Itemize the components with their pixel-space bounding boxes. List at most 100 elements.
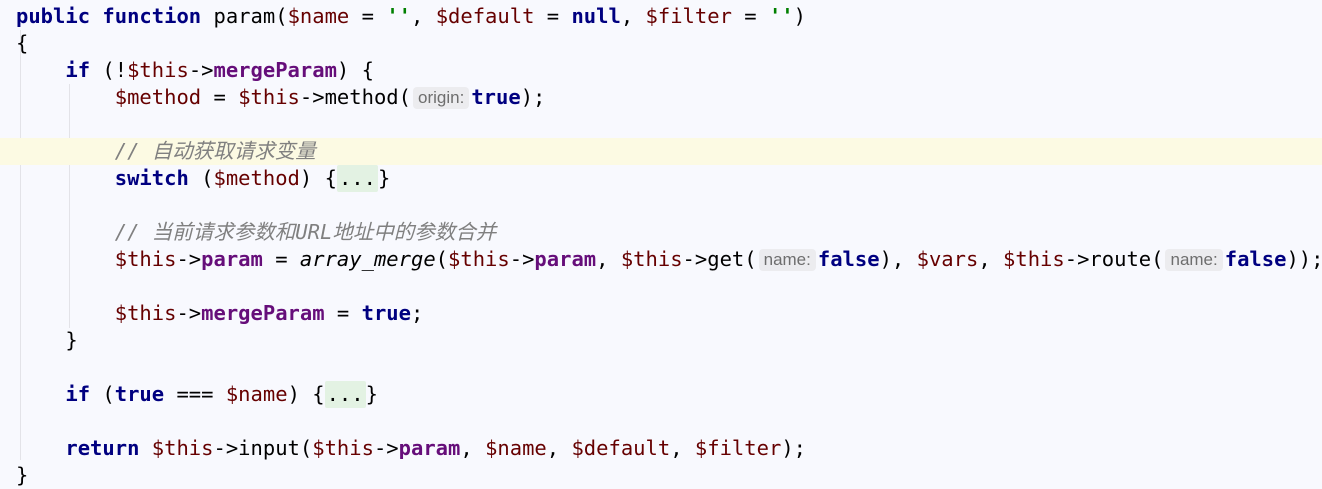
keyword-true: true <box>471 85 521 109</box>
method-call: ->input( <box>213 436 313 460</box>
code-line-5[interactable] <box>0 111 1322 138</box>
code-line-16[interactable] <box>0 408 1322 435</box>
string-literal: '' <box>768 4 794 28</box>
string-literal: '' <box>386 4 411 28</box>
field-param: param <box>398 436 461 460</box>
punctuation: ) { <box>336 58 374 82</box>
keyword-if: if <box>65 382 91 406</box>
method-call: ->method( <box>299 85 411 109</box>
brace-close: } <box>65 328 78 352</box>
punctuation: ( <box>435 247 449 271</box>
code-line-12[interactable]: $this->mergeParam = true; <box>0 300 1322 327</box>
code-line-6-current[interactable]: // 自动获取请求变量 <box>0 138 1322 165</box>
param-default: $default <box>435 4 535 28</box>
param-name: $name <box>287 4 350 28</box>
punctuation: ); <box>781 436 806 460</box>
keyword-if: if <box>65 58 91 82</box>
this-var: $this <box>151 436 214 460</box>
punctuation: , <box>411 4 436 28</box>
method-call: ->route( <box>1064 247 1164 271</box>
field-param: param <box>201 247 263 271</box>
this-var: $this <box>238 85 300 109</box>
punctuation: ; <box>410 301 424 325</box>
code-line-15[interactable]: if (true === $name) {...} <box>0 381 1322 408</box>
var-method: $method <box>213 166 300 190</box>
code-line-17[interactable]: return $this->input($this->param, $name,… <box>0 435 1322 462</box>
punctuation: )); <box>1286 247 1322 271</box>
this-var: $this <box>114 247 177 271</box>
comment: // 自动获取请求变量 <box>114 139 316 163</box>
operator: = <box>534 4 572 28</box>
code-line-18[interactable]: } <box>0 462 1322 489</box>
keyword-false: false <box>1224 247 1287 271</box>
function-name: param( <box>201 4 288 28</box>
code-line-11[interactable] <box>0 273 1322 300</box>
this-var: $this <box>114 301 177 325</box>
arrow-operator: -> <box>188 58 214 82</box>
punctuation: ( <box>188 166 214 190</box>
code-editor[interactable]: public function param($name = '', $defau… <box>0 0 1322 488</box>
arrow-operator: -> <box>176 301 202 325</box>
keyword-function: function <box>102 4 202 28</box>
punctuation: ( <box>90 382 115 406</box>
param-hint-name: name: <box>758 249 816 271</box>
arrow-operator: -> <box>509 247 535 271</box>
operator: = <box>324 301 362 325</box>
keyword-switch: switch <box>114 166 189 190</box>
var-name: $name <box>225 382 288 406</box>
punctuation: ); <box>520 85 546 109</box>
field-param: param <box>534 247 597 271</box>
punctuation: , <box>460 436 486 460</box>
param-hint-origin: origin: <box>413 87 470 109</box>
folded-code-block[interactable]: ... <box>324 381 366 408</box>
punctuation: (! <box>90 58 128 82</box>
keyword-false: false <box>817 247 880 271</box>
keyword-true: true <box>114 382 165 406</box>
code-line-9[interactable]: // 当前请求参数和URL地址中的参数合并 <box>0 219 1322 246</box>
var-default: $default <box>571 436 671 460</box>
field-mergeparam: mergeParam <box>213 58 337 82</box>
operator: = <box>201 85 239 109</box>
var-vars: $vars <box>916 247 979 271</box>
punctuation: , <box>546 436 572 460</box>
function-array-merge: array_merge <box>299 247 436 271</box>
punctuation: } <box>365 382 378 406</box>
code-line-13[interactable]: } <box>0 327 1322 354</box>
folded-code-block[interactable]: ... <box>336 165 378 192</box>
punctuation: } <box>377 166 391 190</box>
keyword-null: null <box>571 4 621 28</box>
keyword-true: true <box>361 301 411 325</box>
arrow-operator: -> <box>176 247 202 271</box>
operator: = <box>349 4 387 28</box>
brace-close: } <box>16 463 29 487</box>
punctuation: ) { <box>287 382 325 406</box>
punctuation: , <box>978 247 1004 271</box>
this-var: $this <box>127 58 189 82</box>
code-line-10[interactable]: $this->param = array_merge($this->param,… <box>0 246 1322 273</box>
var-method: $method <box>114 85 202 109</box>
operator: = <box>262 247 300 271</box>
code-line-1[interactable]: public function param($name = '', $defau… <box>0 3 1322 30</box>
operator: === <box>164 382 226 406</box>
param-hint-name: name: <box>1165 249 1223 271</box>
var-name: $name <box>485 436 547 460</box>
var-filter: $filter <box>694 436 782 460</box>
code-line-7[interactable]: switch ($method) {...} <box>0 165 1322 192</box>
this-var: $this <box>312 436 374 460</box>
arrow-operator: -> <box>373 436 399 460</box>
punctuation: , <box>620 4 646 28</box>
code-line-2[interactable]: { <box>0 30 1322 57</box>
punctuation: ) <box>793 4 806 28</box>
code-line-4[interactable]: $method = $this->method(origin: true); <box>0 84 1322 111</box>
brace-open: { <box>16 31 29 55</box>
keyword-public: public <box>16 4 91 28</box>
code-line-8[interactable] <box>0 192 1322 219</box>
code-line-3[interactable]: if (!$this->mergeParam) { <box>0 57 1322 84</box>
keyword-return: return <box>65 436 140 460</box>
punctuation: ) { <box>299 166 337 190</box>
operator: = <box>731 4 769 28</box>
code-line-14[interactable] <box>0 354 1322 381</box>
punctuation: ), <box>879 247 917 271</box>
this-var: $this <box>1003 247 1065 271</box>
